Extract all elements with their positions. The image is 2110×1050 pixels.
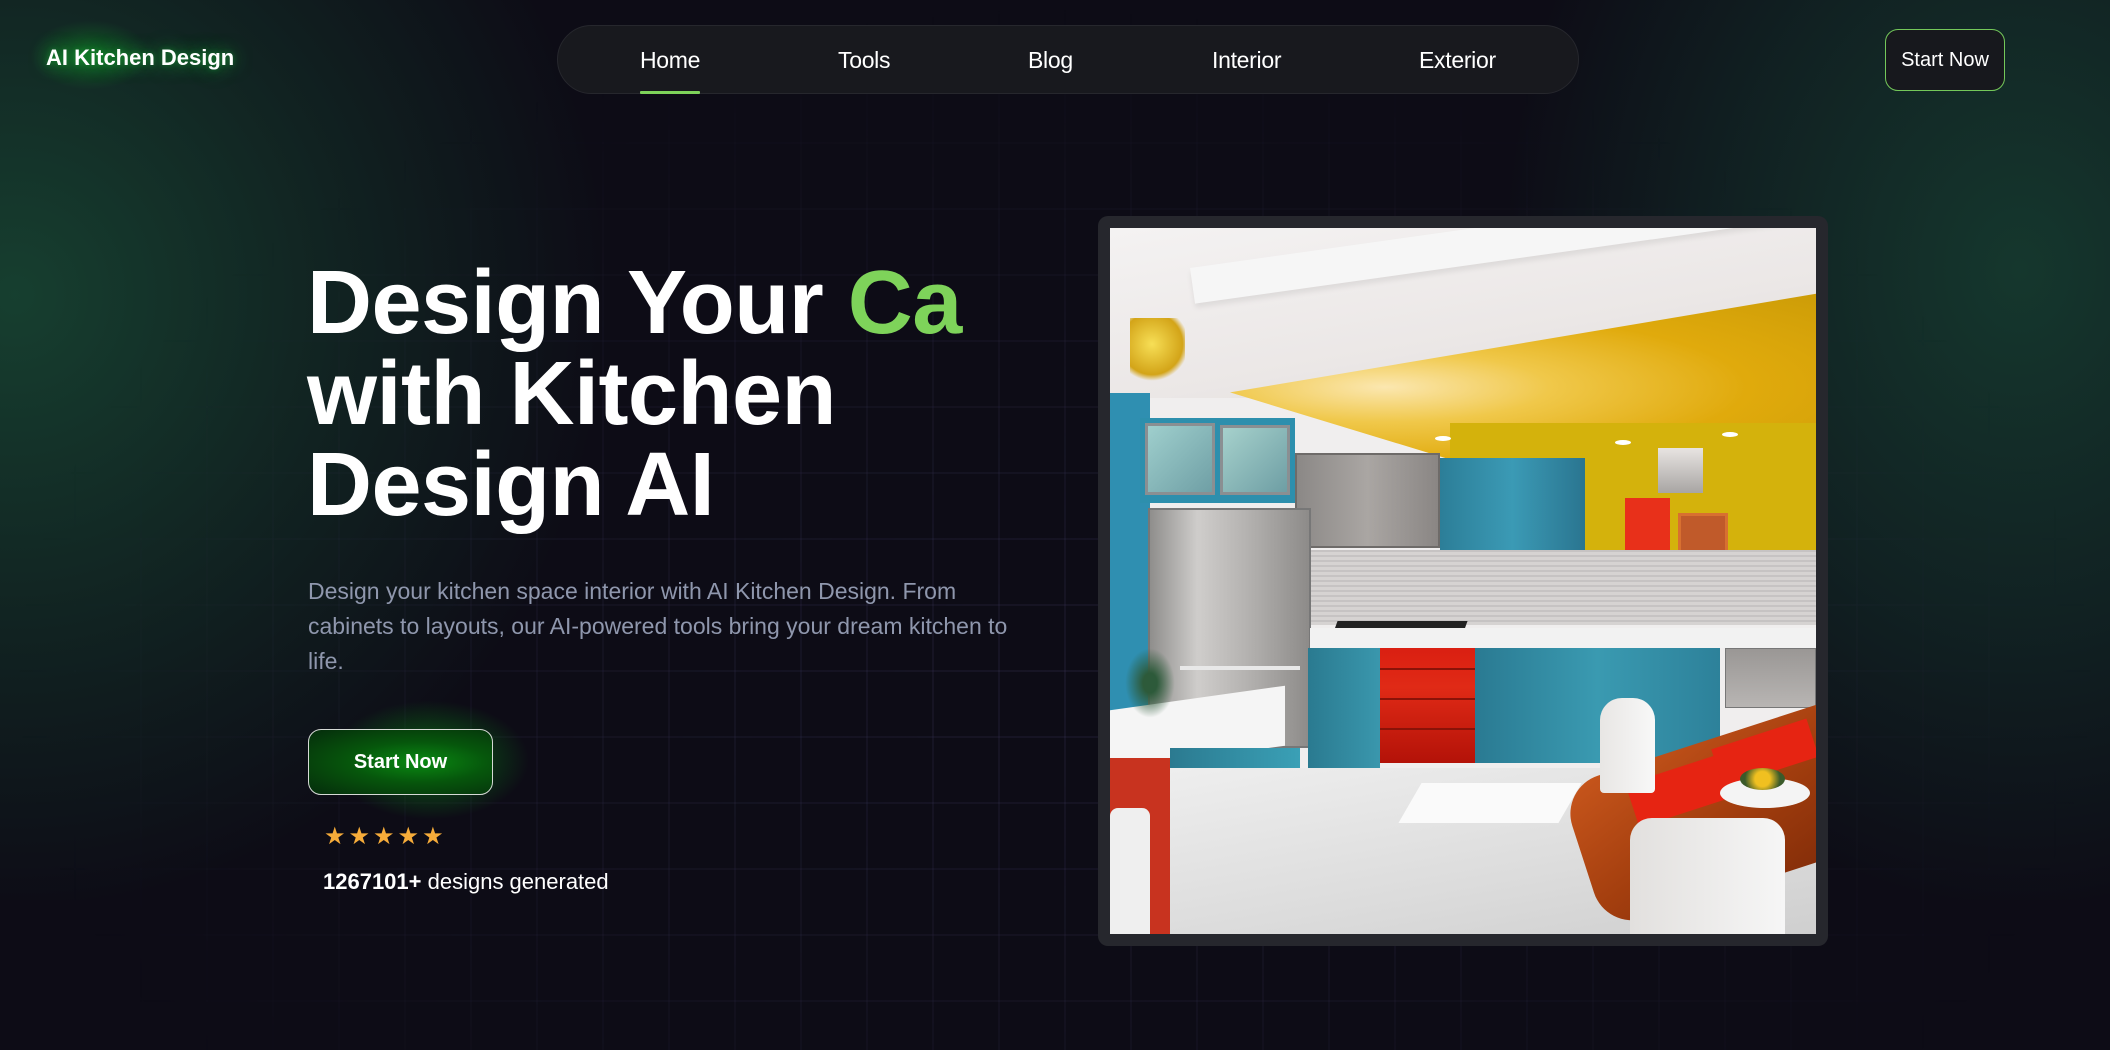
star-icon: ★	[373, 823, 395, 850]
designs-generated-stat: 1267101+ designs generated	[323, 869, 609, 895]
designs-label: designs generated	[421, 869, 609, 894]
logo[interactable]: AI Kitchen Design	[46, 45, 234, 71]
hero-title-line3: Design AI	[307, 435, 715, 535]
designs-count: 1267101+	[323, 869, 422, 894]
star-icon: ★	[348, 823, 371, 850]
hero-title-typed-accent: Ca	[847, 253, 963, 353]
header-start-now-button[interactable]: Start Now	[1885, 29, 2005, 91]
hero-title-prefix: Design Your	[307, 253, 848, 353]
rating-stars: ★ ★ ★ ★ ★	[324, 823, 444, 851]
star-icon: ★	[397, 823, 420, 850]
nav-item-interior[interactable]: Interior	[1212, 26, 1281, 95]
star-icon: ★	[422, 823, 444, 850]
main-nav: Home Tools Blog Interior Exterior	[557, 25, 1579, 94]
nav-item-blog[interactable]: Blog	[1028, 26, 1073, 95]
nav-item-tools[interactable]: Tools	[838, 26, 891, 95]
nav-item-home[interactable]: Home	[640, 26, 700, 95]
star-icon: ★	[324, 823, 346, 850]
hero-start-now-button[interactable]: Start Now	[308, 729, 493, 795]
kitchen-showcase-image	[1110, 228, 1816, 934]
hero-title-line2: with Kitchen	[307, 344, 837, 444]
showcase-image-frame	[1098, 216, 1828, 946]
hero-title: Design Your Ca with Kitchen Design AI	[307, 258, 962, 531]
nav-item-exterior[interactable]: Exterior	[1419, 26, 1496, 95]
hero-description: Design your kitchen space interior with …	[308, 578, 1008, 674]
hero-title-line1: Design Your Ca	[307, 253, 962, 353]
